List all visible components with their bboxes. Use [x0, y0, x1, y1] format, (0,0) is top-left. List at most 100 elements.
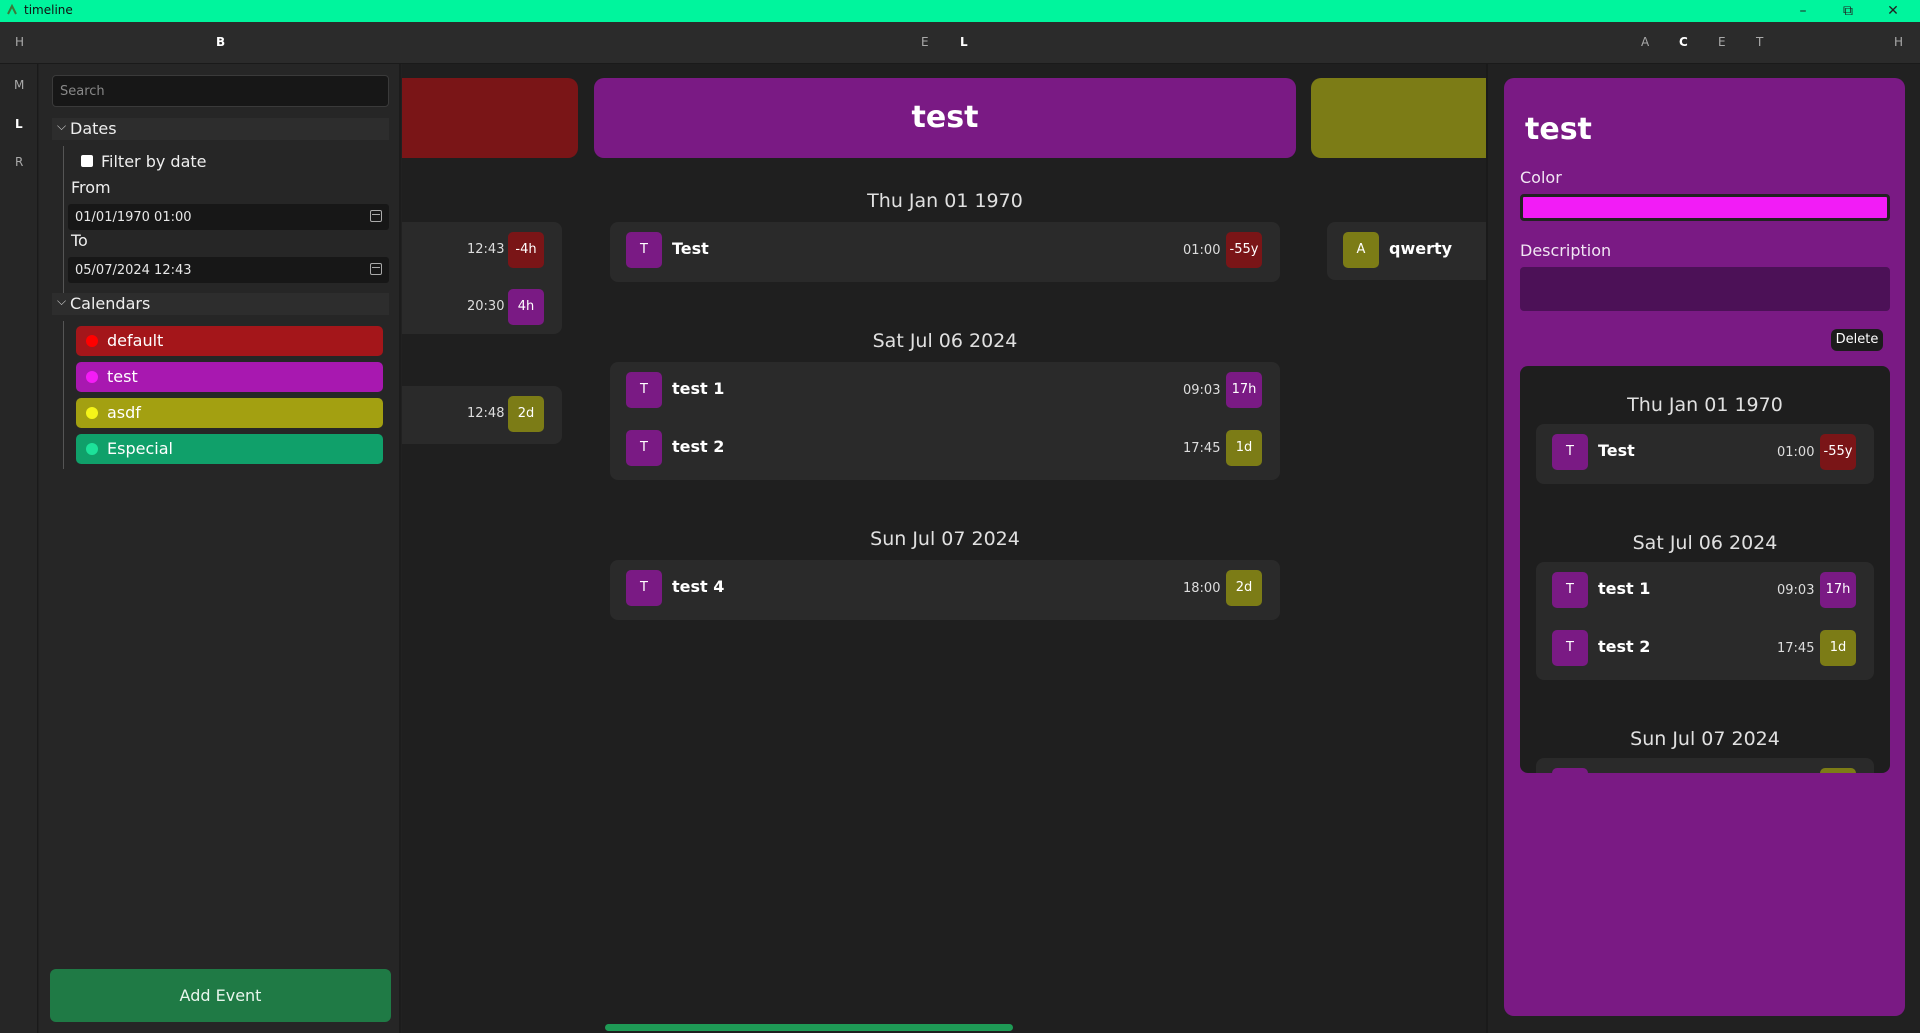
date-header: Sun Jul 07 2024: [1630, 728, 1780, 750]
calendar-item-label: Especial: [107, 439, 173, 458]
sidebar: Search ⌵ Dates Filter by date From 01/01…: [39, 64, 401, 1033]
event-avatar[interactable]: T: [626, 232, 662, 268]
toolbar-t[interactable]: T: [1756, 35, 1763, 49]
horizontal-scrollbar[interactable]: [605, 1024, 1013, 1031]
calendar-item-asdf[interactable]: asdf: [76, 398, 383, 428]
description-input[interactable]: [1520, 267, 1890, 311]
calendar-color-dot: [86, 371, 98, 383]
calendar-icon[interactable]: [370, 263, 382, 275]
event-relative-badge: 17h: [1226, 372, 1262, 408]
event-time: 09:03: [1777, 583, 1815, 598]
calendar-icon[interactable]: [370, 210, 382, 222]
event-avatar[interactable]: T: [1552, 630, 1588, 666]
calendar-color-dot: [86, 443, 98, 455]
timeline-board: 12:43 -4h 20:30 4h 12:48 2d test Thu Jan 01 1…: [402, 64, 1486, 1033]
calendar-detail-card: test Color Description Delete Thu Jan 01…: [1504, 78, 1905, 1016]
toolbar-h-left[interactable]: H: [15, 35, 24, 49]
calendar-color-dot: [86, 407, 98, 419]
calendar-item-default[interactable]: default: [76, 326, 383, 356]
toolbar-h-right[interactable]: H: [1894, 35, 1903, 49]
chevron-down-icon: ⌵: [57, 119, 67, 133]
event-avatar[interactable]: T: [626, 570, 662, 606]
event-title[interactable]: test 1: [672, 379, 724, 398]
event-avatar[interactable]: T: [1552, 768, 1588, 773]
date-header: Sat Jul 06 2024: [1632, 532, 1778, 554]
event-title[interactable]: Test: [1598, 441, 1635, 460]
event-relative-badge: 4h: [508, 289, 544, 325]
event-time: 17:45: [1183, 441, 1221, 456]
minimize-button[interactable]: –: [1781, 1, 1825, 21]
toolbar-c[interactable]: C: [1679, 35, 1688, 49]
calendars-section-label: Calendars: [70, 294, 151, 313]
column-header-default[interactable]: [402, 78, 578, 158]
delete-button[interactable]: Delete: [1831, 329, 1883, 351]
to-label: To: [71, 231, 88, 250]
detail-title: test: [1525, 112, 1592, 147]
event-time: 12:48: [467, 406, 505, 421]
event-group: [610, 222, 1280, 282]
event-title[interactable]: test 4: [672, 577, 724, 596]
event-time: 09:03: [1183, 383, 1221, 398]
rail-l[interactable]: L: [15, 117, 23, 131]
toolbar: H B E L A C E T H: [0, 22, 1920, 64]
color-picker-field[interactable]: [1520, 194, 1890, 221]
add-event-button[interactable]: Add Event: [50, 969, 391, 1022]
event-relative-badge: 1d: [1820, 630, 1856, 666]
toolbar-e[interactable]: E: [921, 35, 929, 49]
event-title[interactable]: test 2: [1598, 637, 1650, 656]
toolbar-a[interactable]: A: [1641, 35, 1649, 49]
from-date-field[interactable]: 01/01/1970 01:00: [68, 204, 389, 230]
event-relative-badge: 17h: [1820, 572, 1856, 608]
event-time: 18:00: [1183, 581, 1221, 596]
event-time: 17:45: [1777, 641, 1815, 656]
to-date-field[interactable]: 05/07/2024 12:43: [68, 257, 389, 283]
rail-m[interactable]: M: [14, 78, 24, 92]
maximize-button[interactable]: ⧉: [1826, 1, 1870, 21]
search-input[interactable]: Search: [52, 75, 389, 107]
calendar-item-label: asdf: [107, 403, 141, 422]
window-titlebar: timeline – ⧉ ✕: [0, 0, 1920, 22]
event-title[interactable]: Test: [672, 239, 709, 258]
toolbar-l[interactable]: L: [960, 35, 968, 49]
event-relative-badge: 2d: [508, 396, 544, 432]
date-header: Sun Jul 07 2024: [870, 528, 1020, 550]
chevron-down-icon: ⌵: [57, 294, 67, 308]
event-time: 20:30: [467, 299, 505, 314]
event-title[interactable]: test 1: [1598, 579, 1650, 598]
app-logo-icon: [7, 4, 17, 15]
event-relative-badge: -55y: [1820, 434, 1856, 470]
toolbar-e2[interactable]: E: [1718, 35, 1726, 49]
filter-by-date-checkbox[interactable]: [81, 155, 93, 167]
calendars-section-header[interactable]: ⌵ Calendars: [52, 293, 389, 315]
event-title[interactable]: qwerty: [1389, 239, 1452, 258]
toolbar-b[interactable]: B: [216, 35, 225, 49]
event-avatar[interactable]: T: [626, 372, 662, 408]
calendar-color-dot: [86, 335, 98, 347]
column-header-test[interactable]: test: [594, 78, 1296, 158]
event-relative-badge: -55y: [1226, 232, 1262, 268]
date-header: Thu Jan 01 1970: [1627, 394, 1783, 416]
event-avatar[interactable]: T: [626, 430, 662, 466]
event-time: 12:43: [467, 242, 505, 257]
close-button[interactable]: ✕: [1871, 1, 1915, 21]
event-avatar[interactable]: T: [1552, 572, 1588, 608]
dates-section-header[interactable]: ⌵ Dates: [52, 118, 389, 140]
dates-tree-line: [63, 146, 64, 312]
event-avatar[interactable]: A: [1343, 232, 1379, 268]
mini-timeline: Thu Jan 01 1970 T Test 01:00 -55y Sat Jul 06 …: [1520, 366, 1890, 773]
event-relative-badge: 2d: [1226, 570, 1262, 606]
event-avatar[interactable]: T: [1552, 434, 1588, 470]
column-header-asdf[interactable]: [1311, 78, 1486, 158]
rail-r[interactable]: R: [15, 155, 23, 169]
calendar-item-test[interactable]: test: [76, 362, 383, 392]
calendar-item-especial[interactable]: Especial: [76, 434, 383, 464]
from-label: From: [71, 178, 111, 197]
left-rail: M L R: [0, 64, 38, 1033]
event-relative-badge: 1d: [1226, 430, 1262, 466]
to-date-value: 05/07/2024 12:43: [75, 263, 192, 278]
event-title[interactable]: test 2: [672, 437, 724, 456]
event-time: 01:00: [1183, 243, 1221, 258]
calendars-tree-line: [63, 321, 64, 469]
date-header: Thu Jan 01 1970: [867, 190, 1023, 212]
color-label: Color: [1520, 168, 1562, 187]
